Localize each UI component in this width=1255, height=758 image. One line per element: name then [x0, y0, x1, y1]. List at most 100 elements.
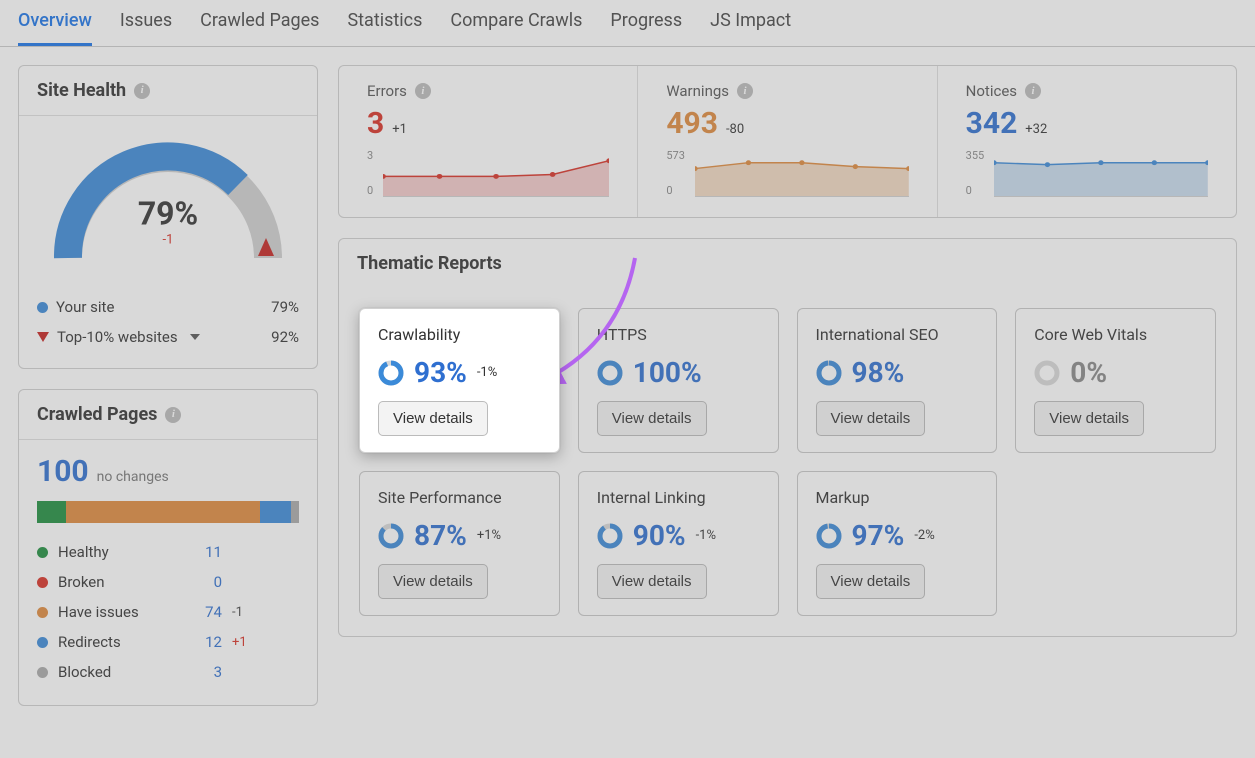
sparkline-icon	[994, 149, 1208, 197]
crawled-row-num: 3	[188, 663, 222, 681]
tab-overview[interactable]: Overview	[18, 10, 92, 46]
view-details-button[interactable]: View details	[378, 564, 488, 599]
thematic-card-title: Site Performance	[378, 488, 541, 507]
view-details-button[interactable]: View details	[816, 564, 926, 599]
legend-your-site: Your site 79%	[37, 292, 299, 322]
dot-icon	[37, 577, 48, 588]
site-health-panel: Site Health i 79% -1 Your site 79%	[18, 65, 318, 369]
crawled-row-num: 11	[188, 543, 222, 561]
tab-js-impact[interactable]: JS Impact	[710, 10, 791, 46]
top-stats-panel: Errorsi3+130Warningsi493-805730Noticesi3…	[338, 65, 1237, 218]
info-icon[interactable]: i	[165, 407, 181, 423]
stat-value: 3	[367, 106, 384, 141]
view-details-button[interactable]: View details	[597, 401, 707, 436]
thematic-card-international-seo: International SEO 98% View details	[797, 308, 998, 453]
crawled-row-label: Healthy	[58, 543, 178, 561]
chevron-down-icon	[190, 334, 200, 340]
thematic-card-core-web-vitals: Core Web Vitals 0% View details	[1015, 308, 1216, 453]
info-icon[interactable]: i	[1025, 83, 1041, 99]
crawled-row-num: 0	[188, 573, 222, 591]
thematic-card-crawlability: Crawlability93%-1%View details	[359, 308, 560, 453]
triangle-down-icon	[37, 332, 49, 342]
progress-ring-icon	[1034, 360, 1060, 386]
crawled-row-label: Have issues	[58, 603, 178, 621]
thematic-card-delta: -1%	[477, 365, 497, 380]
thematic-card-pct: 98%	[852, 356, 905, 389]
crawled-note: no changes	[97, 469, 169, 485]
stacked-segment	[260, 501, 291, 523]
crawled-count[interactable]: 100	[37, 454, 89, 489]
site-health-delta: -1	[138, 233, 198, 248]
stat-value: 493	[666, 106, 718, 141]
crawled-row-label: Broken	[58, 573, 178, 591]
stat-block-errors[interactable]: Errorsi3+130	[339, 66, 638, 217]
thematic-card-title: HTTPS	[597, 325, 760, 344]
thematic-card-site-performance: Site Performance 87% +1% View details	[359, 471, 560, 616]
thematic-card-title: Markup	[816, 488, 979, 507]
crawled-row[interactable]: Redirects12+1	[37, 627, 299, 657]
progress-ring-icon	[597, 523, 623, 549]
dot-icon	[37, 547, 48, 558]
stat-delta: -80	[726, 122, 744, 137]
dot-icon	[37, 607, 48, 618]
stat-delta: +32	[1025, 122, 1047, 137]
dot-icon	[37, 302, 48, 313]
crawled-pages-panel: Crawled Pages i 100 no changes Healthy 11…	[18, 389, 318, 706]
thematic-card-pct: 90%	[633, 519, 686, 552]
stat-title: Errors	[367, 82, 407, 100]
thematic-card-pct: 100%	[633, 356, 702, 389]
progress-ring-icon	[378, 360, 404, 386]
view-details-button[interactable]: View details	[1034, 401, 1144, 436]
stat-block-warnings[interactable]: Warningsi493-805730	[638, 66, 937, 217]
crawled-stacked-bar	[37, 501, 299, 523]
thematic-card-pct: 93%	[414, 356, 467, 389]
tab-progress[interactable]: Progress	[610, 10, 682, 46]
crawled-row[interactable]: Blocked3	[37, 657, 299, 687]
stat-title: Notices	[966, 82, 1017, 100]
thematic-card-internal-linking: Internal Linking 90% -1% View details	[578, 471, 779, 616]
info-icon[interactable]: i	[415, 83, 431, 99]
stat-block-notices[interactable]: Noticesi342+323550	[938, 66, 1236, 217]
progress-ring-icon	[816, 523, 842, 549]
thematic-reports-title: Thematic Reports	[357, 253, 502, 274]
dot-icon	[37, 667, 48, 678]
dot-icon	[37, 637, 48, 648]
thematic-card-pct: 0%	[1070, 356, 1107, 389]
thematic-card-delta: -1%	[696, 528, 716, 543]
tab-compare-crawls[interactable]: Compare Crawls	[450, 10, 582, 46]
crawled-pages-title: Crawled Pages	[37, 404, 157, 425]
site-health-title: Site Health	[37, 80, 126, 101]
progress-ring-icon	[597, 360, 623, 386]
stat-delta: +1	[392, 122, 407, 137]
tab-statistics[interactable]: Statistics	[347, 10, 422, 46]
stacked-segment	[66, 501, 260, 523]
tabs-bar: Overview Issues Crawled Pages Statistics Com…	[0, 0, 1255, 47]
thematic-card-title: Core Web Vitals	[1034, 325, 1197, 344]
thematic-card-delta: +1%	[477, 528, 501, 543]
thematic-card-pct: 87%	[414, 519, 467, 552]
crawled-row[interactable]: Broken 0	[37, 567, 299, 597]
site-health-score: 79%	[138, 195, 198, 233]
thematic-card-https: HTTPS 100% View details	[578, 308, 779, 453]
thematic-card-title: International SEO	[816, 325, 979, 344]
crawled-row[interactable]: Healthy 11	[37, 537, 299, 567]
view-details-button[interactable]: View details	[378, 401, 488, 436]
thematic-card-markup: Markup97%-2%View details	[797, 471, 998, 616]
site-health-gauge: 79% -1	[38, 128, 298, 278]
tab-crawled-pages[interactable]: Crawled Pages	[200, 10, 319, 46]
crawled-row-num: 12	[188, 633, 222, 651]
view-details-button[interactable]: View details	[816, 401, 926, 436]
crawled-row-delta: +1	[232, 635, 247, 650]
progress-ring-icon	[816, 360, 842, 386]
stat-value: 342	[966, 106, 1018, 141]
sparkline-icon	[383, 149, 609, 197]
legend-top10[interactable]: Top-10% websites 92%	[37, 322, 299, 352]
stat-title: Warnings	[666, 82, 729, 100]
tab-issues[interactable]: Issues	[120, 10, 172, 46]
view-details-button[interactable]: View details	[597, 564, 707, 599]
info-icon[interactable]: i	[134, 83, 150, 99]
crawled-row[interactable]: Have issues74-1	[37, 597, 299, 627]
thematic-card-title: Internal Linking	[597, 488, 760, 507]
info-icon[interactable]: i	[737, 83, 753, 99]
thematic-card-delta: -2%	[914, 528, 934, 543]
